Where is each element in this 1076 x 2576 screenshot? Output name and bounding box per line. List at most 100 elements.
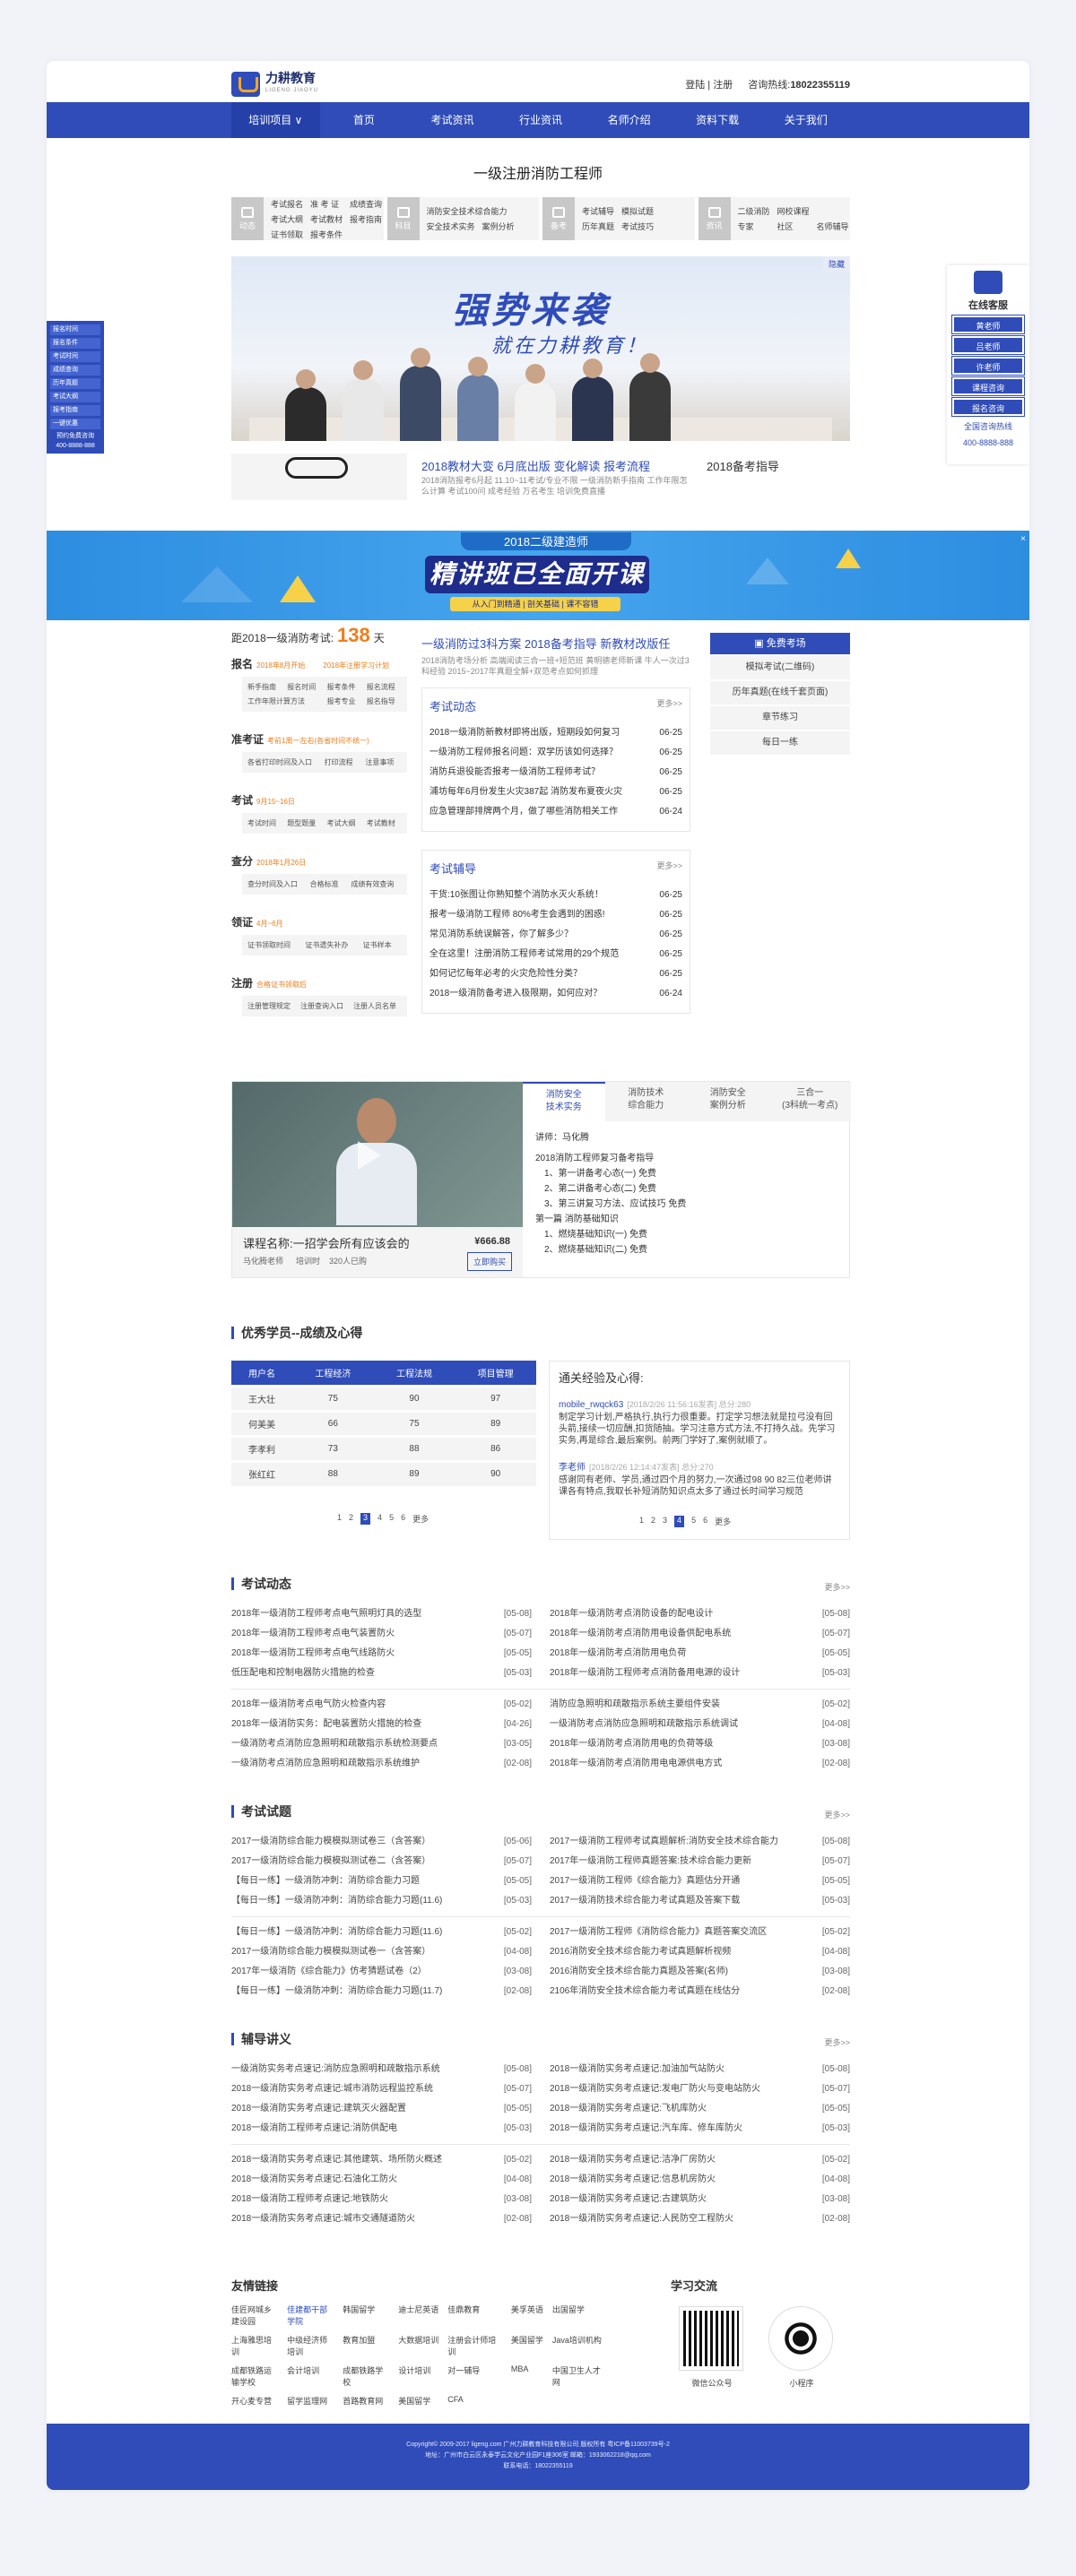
more-link[interactable]: 更多>>	[656, 697, 682, 714]
float-item[interactable]: 考试时间	[50, 351, 100, 362]
list-item[interactable]: 2018年一级消防工程师考点电气装置防火 [05-07]	[231, 1624, 532, 1644]
nav-industry-news[interactable]: 行业资讯	[497, 102, 586, 138]
list-item[interactable]: 2018一级消防新教材即将出版，短期段如何复习 06-25	[430, 723, 682, 743]
list-item[interactable]: 2018一级消防实务考点速记:汽车库、修车库防火 [05-03]	[550, 2119, 850, 2139]
friend-link[interactable]: 佳鼎教育	[447, 2304, 502, 2327]
nav-training-projects[interactable]: 培训项目 ∨	[231, 102, 320, 138]
chapter-item[interactable]: 2、第二讲备考心态(二) 免费	[535, 1181, 840, 1197]
cat-link[interactable]: 考试大纲	[271, 213, 303, 225]
list-item[interactable]: 全在这里！注册消防工程师考试常用的29个规范 06-25	[430, 945, 682, 964]
cat-link[interactable]: 历年真题	[582, 220, 614, 232]
nav-teachers[interactable]: 名师介绍	[585, 102, 673, 138]
news-summary[interactable]: 2018消防报考6月起 11.10~11考试/专业不限 一级消防新手指南 工作年…	[421, 475, 690, 497]
step-link[interactable]: 报考专业	[327, 696, 362, 706]
friend-link[interactable]: 韩国留学	[343, 2304, 389, 2327]
cat-link[interactable]: 模拟试题	[621, 205, 654, 217]
free-exam-item[interactable]: 模拟考试(二维码)	[710, 656, 850, 679]
list-item[interactable]: 2018一级消防备考进入极限期，如何应对？ 06-24	[430, 984, 682, 1004]
page-link[interactable]: 6	[703, 1516, 707, 1527]
cat-link[interactable]: 考试教材	[310, 213, 343, 225]
page-link-current[interactable]: 4	[674, 1516, 685, 1527]
hide-button[interactable]: 隐藏	[822, 256, 850, 272]
float-item[interactable]: 一键优惠	[50, 419, 100, 429]
page-link[interactable]: 3	[663, 1516, 667, 1527]
friend-link[interactable]: 留学监理网	[287, 2395, 334, 2407]
list-item[interactable]: 低压配电和控制电器防火措施的检查 [05-03]	[231, 1664, 532, 1683]
step-link[interactable]: 成绩有效查询	[351, 879, 402, 889]
step-link[interactable]: 题型题量	[287, 818, 322, 828]
cat-link[interactable]: 报考条件	[310, 229, 343, 240]
friend-link[interactable]: 成都铁路学校	[343, 2364, 389, 2388]
friend-link[interactable]: Java培训机构	[552, 2334, 608, 2357]
friend-link[interactable]: CFA	[447, 2395, 502, 2407]
list-item[interactable]: 常见消防系统误解答，你了解多少？ 06-25	[430, 925, 682, 945]
exp-user[interactable]: 李老师	[559, 1463, 586, 1473]
list-item[interactable]: 2017一级消防技术综合能力考试真题及答案下载 [05-03]	[550, 1891, 850, 1911]
cat-link[interactable]: 证书领取	[271, 229, 303, 240]
list-item[interactable]: 2018一级消防实务考点速记:城市交通隧道防火 [02-08]	[231, 2209, 532, 2229]
step-link[interactable]: 考试教材	[367, 818, 402, 828]
page-link[interactable]: 1	[337, 1513, 342, 1525]
free-exam-item[interactable]: 章节练习	[710, 706, 850, 730]
chapter-item[interactable]: 1、第一讲备考心态(一) 免费	[535, 1166, 840, 1181]
step-link[interactable]: 打印流程	[325, 757, 361, 767]
service-button[interactable]: 许老师	[951, 356, 1025, 376]
list-item[interactable]: 报考一级消防工程师 80%考生会遇到的困惑! 06-25	[430, 905, 682, 925]
list-item[interactable]: 2018一级消防实务考点速记:发电厂防火与变电站防火 [05-07]	[550, 2079, 850, 2099]
list-item[interactable]: 一级消防考点消防应急照明和疏散指示系统检测要点 [03-05]	[231, 1734, 532, 1754]
buy-now-button[interactable]: 立即购买	[466, 1252, 512, 1271]
friend-link[interactable]: 大数据培训	[398, 2334, 438, 2357]
friend-link[interactable]: 上海雅思培训	[231, 2334, 278, 2357]
course-video[interactable]	[232, 1082, 523, 1227]
more-link[interactable]: 更多>>	[824, 1581, 850, 1593]
cat-link[interactable]: 安全技术实务	[427, 220, 475, 232]
float-item[interactable]: 考试大纲	[50, 392, 100, 402]
list-item[interactable]: 2018一级消防实务考点速记:洁净厂房防火 [05-02]	[550, 2150, 850, 2170]
more-link[interactable]: 更多>>	[824, 1809, 850, 1820]
step-link[interactable]: 新手指南	[247, 682, 282, 692]
list-item[interactable]: 2018一级消防实务考点速记:建筑灭火器配置 [05-05]	[231, 2099, 532, 2119]
nav-home[interactable]: 首页	[320, 102, 409, 138]
nav-about[interactable]: 关于我们	[761, 102, 850, 138]
step-link[interactable]: 注册人员名单	[353, 1001, 402, 1011]
cat-link[interactable]: 考试辅导	[582, 205, 614, 217]
friend-link[interactable]: MBA	[511, 2364, 543, 2388]
friend-link[interactable]: 设计培训	[398, 2364, 438, 2388]
exp-user[interactable]: mobile_rwqck63	[559, 1400, 623, 1410]
service-button[interactable]: 吕老师	[951, 335, 1025, 355]
friend-link[interactable]: 开心麦专营	[231, 2395, 278, 2407]
list-item[interactable]: 【每日一练】一级消防冲刺：消防综合能力习题(11.6) [05-02]	[231, 1923, 532, 1942]
cat-link[interactable]: 消防安全技术综合能力	[427, 205, 515, 217]
nav-exam-news[interactable]: 考试资讯	[408, 102, 497, 138]
page-link[interactable]: 6	[401, 1513, 405, 1525]
mid-headline[interactable]: 一级消防过3科方案 2018备考指导 新教材改版任	[421, 635, 690, 652]
step-link[interactable]: 考试时间	[247, 818, 282, 828]
list-item[interactable]: 2017年一级消防《综合能力》仿考猜题试卷（2） [03-08]	[231, 1962, 532, 1982]
more-link[interactable]: 更多>>	[824, 2036, 850, 2048]
step-link[interactable]: 各省打印时间及入口	[247, 757, 320, 767]
friend-link[interactable]: 美孚英语	[511, 2304, 543, 2327]
cat-link[interactable]: 成绩查询	[350, 198, 382, 210]
list-item[interactable]: 2018一级消防工程师考点速记:地铁防火 [03-08]	[231, 2190, 532, 2209]
friend-link[interactable]: 出国留学	[552, 2304, 608, 2327]
hero-banner[interactable]: 隐藏 强势来袭 就在力耕教育！	[231, 256, 850, 441]
promo-banner[interactable]: 2018二级建造师 精讲班已全面开课 从入门到精通 | 剖关基础 | 课不容错 …	[47, 531, 1029, 620]
friend-link[interactable]: 美国留学	[398, 2395, 438, 2407]
step-link[interactable]: 证书样本	[363, 940, 402, 950]
step-link[interactable]: 报名流程	[367, 682, 402, 692]
step-link[interactable]: 注册管理规定	[247, 1001, 296, 1011]
float-item[interactable]: 成绩查询	[50, 365, 100, 376]
page-link[interactable]: 5	[389, 1513, 394, 1525]
play-icon[interactable]	[358, 1141, 381, 1170]
cat-link[interactable]: 考试技巧	[621, 220, 654, 232]
list-item[interactable]: 2018年一级消防考点消防用电的负荷等级 [03-08]	[550, 1734, 850, 1754]
friend-link[interactable]: 对一辅导	[447, 2364, 502, 2388]
nav-downloads[interactable]: 资料下载	[673, 102, 762, 138]
list-item[interactable]: 【每日一练】一级消防冲刺：消防综合能力习题(11.6) [05-03]	[231, 1891, 532, 1911]
friend-link[interactable]: 佳建都干部学院	[287, 2304, 334, 2327]
list-item[interactable]: 如何记忆每年必考的火灾危险性分类？ 06-25	[430, 964, 682, 984]
page-link[interactable]: 5	[691, 1516, 696, 1527]
list-item[interactable]: 2018年一级消防工程师考点电气照明灯具的选型 [05-08]	[231, 1604, 532, 1624]
page-link[interactable]: 2	[349, 1513, 353, 1525]
float-item[interactable]: 报名时间	[50, 324, 100, 335]
